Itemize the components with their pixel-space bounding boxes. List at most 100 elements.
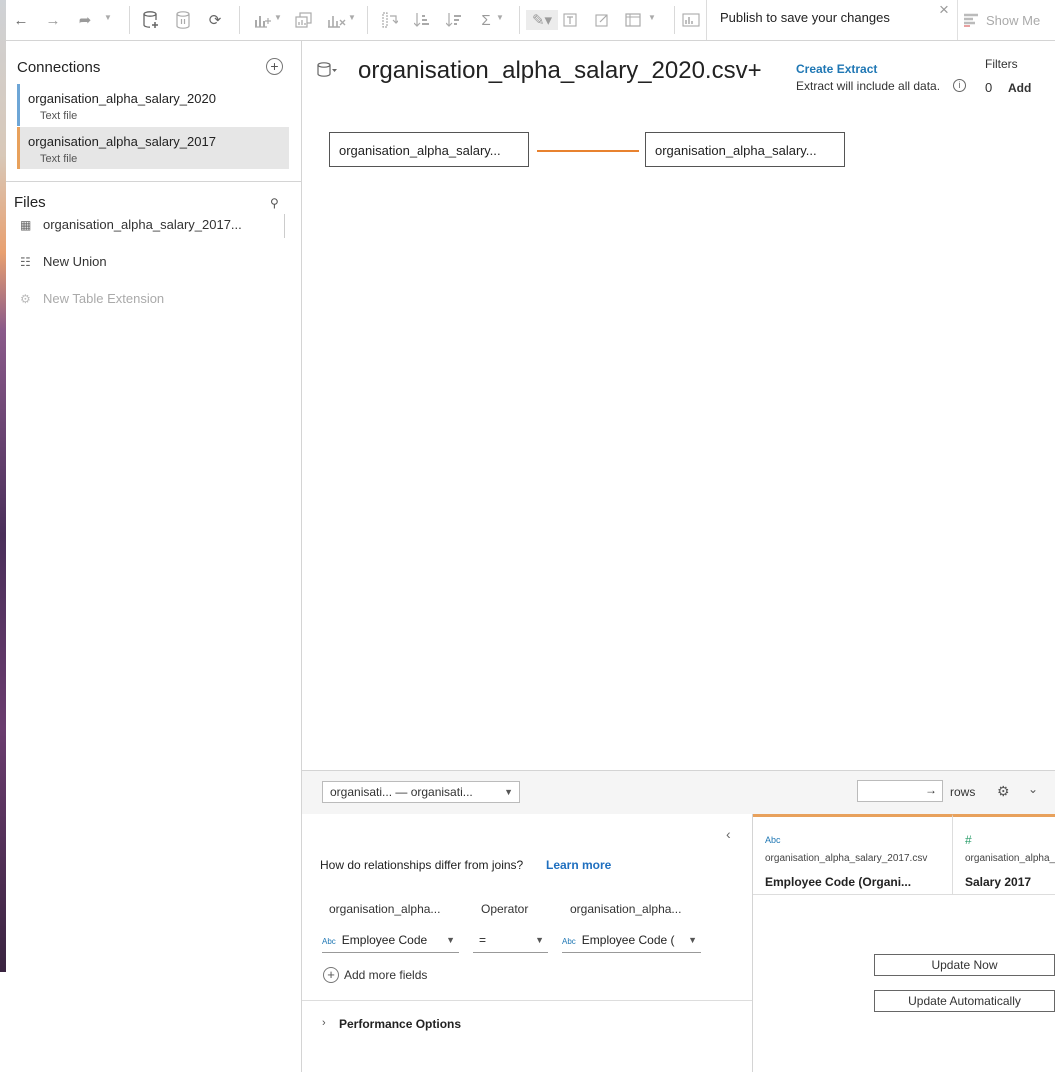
table-card-left[interactable]: organisation_alpha_salary... <box>329 132 529 167</box>
data-grid: Abc organisation_alpha_salary_2017.csv E… <box>753 814 1055 1072</box>
filters-label: Filters <box>985 57 1018 71</box>
toolbar-separator <box>367 6 368 34</box>
chevron-down-icon[interactable]: ⌄ <box>1028 782 1038 796</box>
close-icon[interactable]: × <box>939 0 949 20</box>
sort-descending-icon[interactable] <box>443 10 465 30</box>
show-me-button[interactable]: Show Me <box>957 0 1055 40</box>
labels-icon[interactable] <box>559 10 581 30</box>
annotate-icon[interactable] <box>591 10 613 30</box>
show-me-icon <box>964 13 980 32</box>
left-field-select[interactable]: Abc Employee Code ▼ <box>322 930 459 953</box>
right-table-header: organisation_alpha... <box>570 902 682 916</box>
toolbar-separator <box>674 6 675 34</box>
new-datasource-icon[interactable] <box>140 10 162 30</box>
go-arrow-icon[interactable]: → <box>925 783 937 797</box>
grid-column-header[interactable]: # organisation_alpha_ Salary 2017 <box>953 814 1055 894</box>
swap-icon[interactable] <box>379 10 401 30</box>
update-automatically-button[interactable]: Update Automatically <box>874 990 1055 1012</box>
refresh-icon[interactable]: ⟳ <box>204 10 226 30</box>
table-card-right[interactable]: organisation_alpha_salary... <box>645 132 845 167</box>
new-worksheet-dropdown-icon[interactable]: ▼ <box>274 13 282 22</box>
chevron-right-icon[interactable]: › <box>322 1017 326 1029</box>
clear-icon[interactable] <box>326 10 348 30</box>
left-table-header: organisation_alpha... <box>329 902 441 916</box>
column-name: Employee Code (Organi... <box>765 875 912 889</box>
connection-item[interactable]: organisation_alpha_salary_2020 Text file <box>17 84 289 126</box>
chevron-down-icon: ▼ <box>688 935 697 945</box>
data-grid-toolbar: organisati... — organisati... ▼ → rows ⚙… <box>302 770 1055 815</box>
right-field-select[interactable]: Abc Employee Code ( ▼ <box>562 930 701 953</box>
toolbar: ← → ➦ ▼ ⟳ ▼ ▼ Σ ▼ ✎▾ ▼ Publish to save y… <box>6 0 1055 41</box>
fit-dropdown-icon[interactable]: ▼ <box>648 13 656 22</box>
file-item[interactable]: ▦ organisation_alpha_salary_2017... <box>20 217 242 232</box>
chevron-left-icon[interactable]: ‹ <box>726 826 731 842</box>
add-filter-link[interactable]: Add <box>1008 81 1031 95</box>
learn-more-link[interactable]: Learn more <box>546 858 611 872</box>
grid-column-header[interactable]: Abc organisation_alpha_salary_2017.csv E… <box>753 814 953 894</box>
union-icon: ☷ <box>20 255 31 269</box>
totals-dropdown-icon[interactable]: ▼ <box>496 13 504 22</box>
duplicate-icon[interactable] <box>293 10 315 30</box>
add-connection-icon[interactable]: + <box>266 58 283 75</box>
add-icon[interactable]: + <box>323 967 339 983</box>
show-me-chart-icon[interactable] <box>680 10 702 30</box>
chevron-down-icon: ▼ <box>535 935 544 945</box>
new-union-item[interactable]: ☷ New Union <box>20 254 107 269</box>
gear-icon[interactable]: ⚙ <box>997 783 1010 800</box>
highlight-icon[interactable]: ✎▾ <box>526 10 558 30</box>
string-type-icon: Abc <box>322 937 336 946</box>
relationship-select[interactable]: organisati... — organisati... ▼ <box>322 781 520 803</box>
file-list-scrollbar[interactable] <box>284 214 285 238</box>
table-extension-icon: ⚙ <box>20 292 31 306</box>
operator-value: = <box>479 933 487 947</box>
grid-header: Abc organisation_alpha_salary_2017.csv E… <box>753 814 1055 895</box>
info-icon[interactable]: i <box>953 79 966 92</box>
relationship-help-text: How do relationships differ from joins? <box>320 858 524 872</box>
connection-name: organisation_alpha_salary_2017 <box>28 134 216 149</box>
connection-item-selected[interactable]: organisation_alpha_salary_2017 Text file <box>17 127 289 169</box>
fit-icon[interactable] <box>623 10 645 30</box>
update-now-button[interactable]: Update Now <box>874 954 1055 976</box>
connection-type: Text file <box>40 110 78 122</box>
datasource-title[interactable]: organisation_alpha_salary_2020.csv+ <box>358 57 770 85</box>
pause-updates-icon[interactable] <box>172 10 194 30</box>
add-more-fields-link[interactable]: Add more fields <box>344 968 427 982</box>
toolbar-separator <box>519 6 520 34</box>
forward-icon[interactable]: → <box>42 10 64 30</box>
chevron-down-icon: ▼ <box>446 935 455 945</box>
clear-dropdown-icon[interactable]: ▼ <box>348 13 356 22</box>
relationship-noodle[interactable] <box>537 150 639 152</box>
connection-name: organisation_alpha_salary_2020 <box>28 91 216 106</box>
connection-color-bar <box>17 127 20 169</box>
new-worksheet-icon[interactable] <box>252 10 274 30</box>
new-union-label: New Union <box>43 254 107 269</box>
redo-dropdown-icon[interactable]: ▼ <box>104 13 112 22</box>
publish-message: Publish to save your changes <box>720 10 890 25</box>
publish-banner: Publish to save your changes × <box>706 0 957 40</box>
filters-count: 0 <box>985 80 993 95</box>
number-type-icon: # <box>965 833 972 847</box>
file-item-label: organisation_alpha_salary_2017... <box>43 217 242 232</box>
redo-icon[interactable]: ➦ <box>74 10 96 30</box>
toolbar-separator <box>129 6 130 34</box>
toolbar-separator <box>239 6 240 34</box>
chevron-down-icon: ▼ <box>504 787 513 797</box>
new-table-extension-item: ⚙ New Table Extension <box>20 291 164 306</box>
connection-type: Text file <box>40 153 78 165</box>
operator-select[interactable]: = ▼ <box>473 930 548 953</box>
extract-note: Extract will include all data. <box>796 79 941 93</box>
new-table-extension-label: New Table Extension <box>43 291 165 306</box>
sort-ascending-icon[interactable] <box>411 10 433 30</box>
column-source: organisation_alpha_salary_2017.csv <box>765 853 928 864</box>
datasource-icon[interactable] <box>317 62 337 81</box>
search-icon[interactable]: ⚲ <box>270 196 279 210</box>
performance-options-toggle[interactable]: Performance Options <box>339 1017 461 1031</box>
show-me-label: Show Me <box>986 13 1041 28</box>
back-icon[interactable]: ← <box>10 10 32 30</box>
relationship-select-value: organisati... — organisati... <box>330 785 473 799</box>
left-field-value: Employee Code <box>341 933 428 947</box>
pane-divider <box>6 181 301 182</box>
create-extract-link[interactable]: Create Extract <box>796 62 877 76</box>
rows-input[interactable]: → <box>857 780 943 802</box>
totals-icon[interactable]: Σ <box>475 10 497 30</box>
